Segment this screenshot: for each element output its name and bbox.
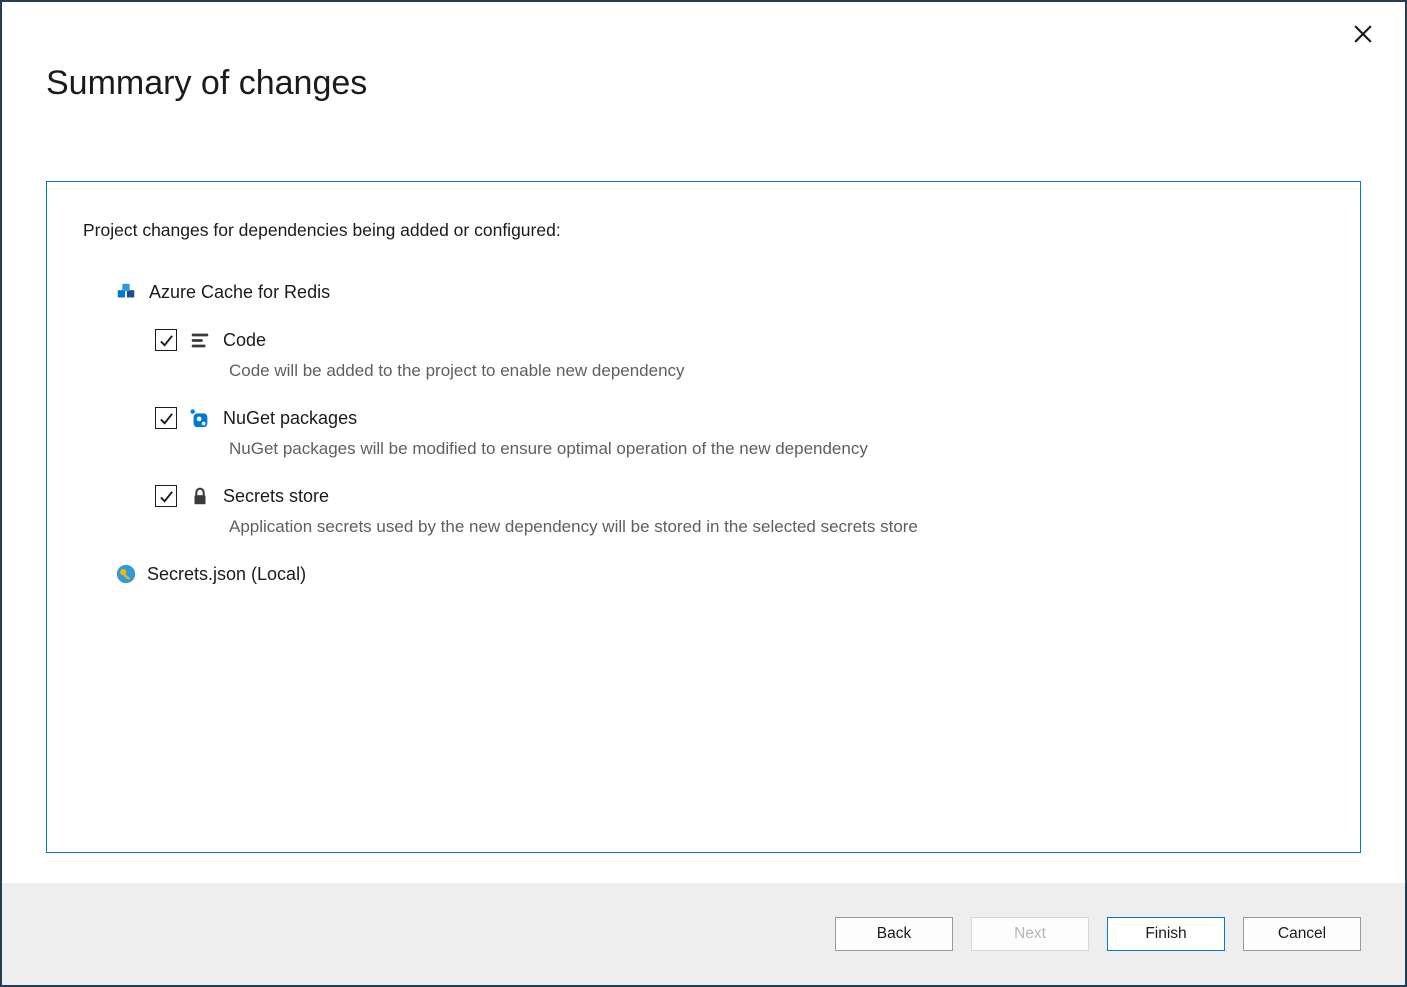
page-title: Summary of changes [46,64,1361,103]
change-desc: NuGet packages will be modified to ensur… [229,439,1324,459]
dependency-row: Azure Cache for Redis [115,281,1324,303]
secrets-store-row: Secrets.json (Local) [115,563,1324,585]
cancel-button[interactable]: Cancel [1243,917,1361,951]
intro-text: Project changes for dependencies being a… [83,220,1324,241]
checkbox-secrets[interactable] [155,485,177,507]
key-icon [115,563,137,585]
secrets-store-label: Secrets.json (Local) [147,564,306,585]
change-items: Code Code will be added to the project t… [155,329,1324,537]
dialog-footer: Back Next Finish Cancel [2,883,1405,985]
lock-icon [189,485,211,507]
summary-box: Project changes for dependencies being a… [46,181,1361,853]
close-button[interactable] [1353,24,1373,44]
next-button: Next [971,917,1089,951]
azure-redis-icon [115,281,137,303]
change-desc: Code will be added to the project to ena… [229,361,1324,381]
change-desc: Application secrets used by the new depe… [229,517,1324,537]
dependency-name: Azure Cache for Redis [149,282,330,303]
change-item-nuget: NuGet packages NuGet packages will be mo… [155,407,1324,459]
change-label: Secrets store [223,486,329,507]
close-icon [1354,25,1372,43]
change-label: NuGet packages [223,408,357,429]
change-item-code: Code Code will be added to the project t… [155,329,1324,381]
checkbox-nuget[interactable] [155,407,177,429]
finish-button[interactable]: Finish [1107,917,1225,951]
change-label: Code [223,330,266,351]
back-button[interactable]: Back [835,917,953,951]
main-content: Summary of changes Project changes for d… [2,2,1405,883]
nuget-icon [189,407,211,429]
change-item-secrets: Secrets store Application secrets used b… [155,485,1324,537]
checkbox-code[interactable] [155,329,177,351]
code-icon [189,329,211,351]
